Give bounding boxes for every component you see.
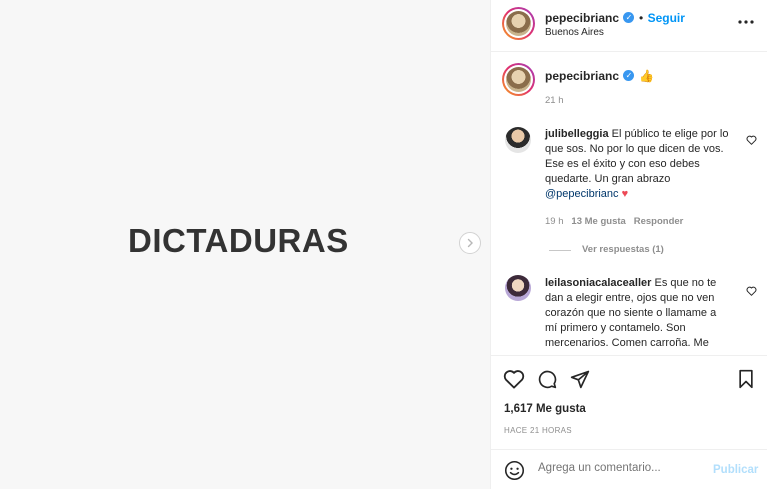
follow-button[interactable]: Seguir [648, 11, 685, 25]
comment-icon [538, 370, 557, 389]
post-time[interactable]: HACE 21 HORAS [504, 426, 572, 435]
post-media[interactable]: DICTADURAS [0, 0, 490, 489]
reply-button[interactable]: Responder [634, 216, 684, 227]
next-slide-button[interactable] [459, 232, 481, 254]
caption-emoji: 👍 [638, 69, 654, 83]
save-button[interactable] [737, 369, 755, 394]
emoji-button[interactable] [504, 460, 525, 486]
post-panel: pepecibrianc ✓ • Seguir Buenos Aires pep… [490, 0, 767, 489]
caption-avatar[interactable] [506, 67, 531, 92]
share-icon [570, 370, 590, 389]
verified-badge-icon: ✓ [623, 12, 635, 24]
heart-icon[interactable] [746, 132, 757, 150]
comment-avatar[interactable] [505, 275, 531, 301]
comment-button[interactable] [537, 369, 557, 394]
heart-icon[interactable] [746, 283, 757, 301]
comment-likes[interactable]: 13 Me gusta [571, 216, 625, 227]
comment-body: leilasoniacalacealler Es que no te dan a… [545, 276, 731, 352]
media-text: DICTADURAS [128, 222, 349, 259]
more-options-icon[interactable] [737, 15, 755, 29]
comment-username[interactable]: leilasoniacalacealler [545, 277, 651, 289]
verified-badge-icon: ✓ [623, 70, 635, 82]
action-bar: 1,617 Me gusta HACE 21 HORAS Publicar [491, 355, 767, 489]
header-title-row: pepecibrianc ✓ • Seguir [545, 11, 685, 25]
comment-time[interactable]: 19 h [545, 216, 564, 227]
caption-time[interactable]: 21 h [545, 95, 564, 106]
like-button[interactable] [503, 369, 525, 394]
comment-body: julibelleggia El público te elige por lo… [545, 127, 729, 202]
chevron-right-icon [467, 238, 473, 248]
heart-emoji: ♥ [621, 188, 629, 200]
add-comment-bar: Publicar [491, 449, 767, 489]
post-header: pepecibrianc ✓ • Seguir Buenos Aires [491, 0, 767, 52]
comment-meta: 19 h 13 Me gusta Responder [545, 216, 683, 227]
likes-count[interactable]: 1,617 Me gusta [504, 403, 586, 415]
avatar[interactable] [506, 11, 531, 36]
heart-icon [503, 370, 525, 389]
view-replies-button[interactable]: Ver respuestas (1) [582, 244, 664, 255]
comment-avatar[interactable] [505, 127, 531, 153]
comment-mention[interactable]: @pepecibrianc [545, 188, 619, 200]
comment-input[interactable] [538, 462, 698, 474]
header-username[interactable]: pepecibrianc [545, 11, 619, 25]
share-button[interactable] [570, 369, 590, 394]
emoji-icon [504, 460, 525, 481]
publish-button[interactable]: Publicar [713, 464, 758, 476]
comment-username[interactable]: julibelleggia [545, 128, 609, 140]
replies-divider [549, 250, 571, 251]
location-link[interactable]: Buenos Aires [545, 27, 604, 38]
bookmark-icon [739, 369, 753, 389]
caption-username[interactable]: pepecibrianc [545, 69, 619, 83]
